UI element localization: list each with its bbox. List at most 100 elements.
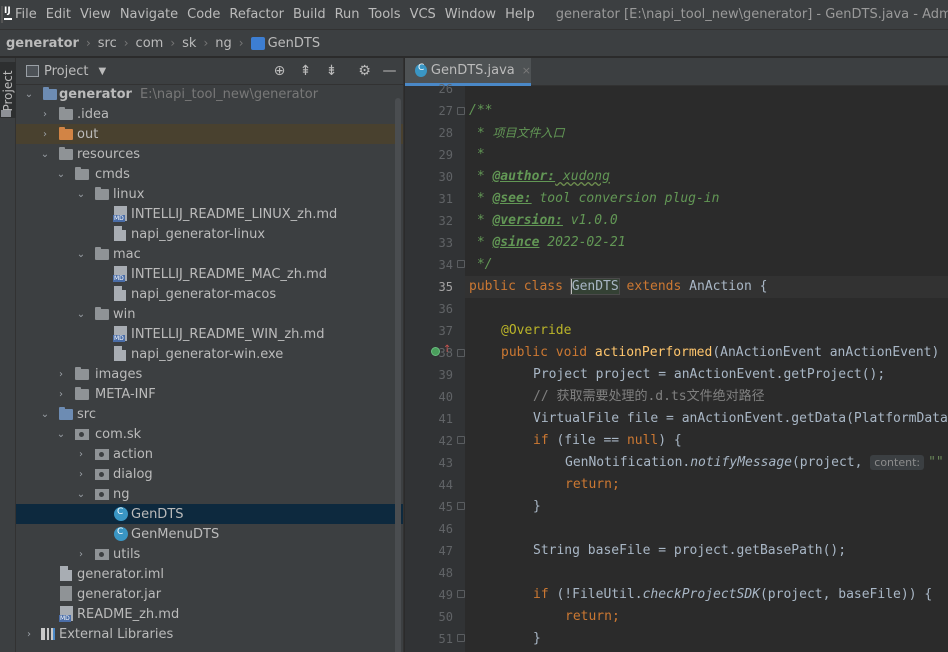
menu-help[interactable]: Help [505, 7, 543, 22]
intellij-logo-icon[interactable] [1, 6, 12, 23]
tree-item-readme-zh[interactable]: README_zh.md [16, 604, 403, 624]
chevron-right-icon[interactable]: › [76, 549, 86, 560]
code-line-41: VirtualFile file = anActionEvent.getData… [533, 408, 948, 430]
tree-item-utils[interactable]: › utils [16, 544, 403, 564]
line-number-gutter[interactable]: 26 27 28 29 30 31 32 33 34 35 36 37 38 ↑… [405, 82, 465, 652]
tree-item-napi-generator-win[interactable]: napi_generator-win.exe [16, 344, 403, 364]
chevron-right-icon[interactable]: › [56, 369, 66, 380]
close-icon[interactable]: × [522, 64, 531, 77]
tree-item-genmenudts[interactable]: GenMenuDTS [16, 524, 403, 544]
chevron-right-icon[interactable]: › [76, 449, 86, 460]
fold-icon[interactable] [457, 436, 465, 444]
tree-item-action[interactable]: › action [16, 444, 403, 464]
project-tree-scrollbar[interactable] [395, 98, 401, 652]
tree-item-generator[interactable]: ⌄ generator E:\napi_tool_new\generator [16, 84, 403, 104]
tree-item-napi-generator-macos[interactable]: napi_generator-macos [16, 284, 403, 304]
menu-view[interactable]: View [80, 7, 119, 22]
breadcrumb-item-ng[interactable]: ng [215, 36, 232, 51]
tree-item-readme-mac[interactable]: INTELLIJ_README_MAC_zh.md [16, 264, 403, 284]
tree-item-src[interactable]: ⌄ src [16, 404, 403, 424]
minimize-icon[interactable]: — [381, 63, 398, 80]
fold-icon[interactable] [457, 260, 465, 268]
class-icon [114, 507, 128, 521]
chevron-right-icon[interactable]: › [40, 109, 50, 120]
tree-item-win[interactable]: ⌄ win [16, 304, 403, 324]
file-icon [114, 286, 126, 301]
breadcrumb-item-gendts[interactable]: GenDTS [268, 36, 321, 51]
line-number: 34 [438, 258, 453, 272]
locate-icon[interactable]: ⊕ [271, 63, 288, 80]
menu-file[interactable]: File [15, 7, 45, 22]
override-method-icon[interactable] [431, 347, 440, 356]
tree-item-cmds[interactable]: ⌄ cmds [16, 164, 403, 184]
gear-icon[interactable]: ⚙ [356, 63, 373, 80]
fold-icon[interactable] [457, 590, 465, 598]
menu-build[interactable]: Build [293, 7, 334, 22]
tree-item-ng[interactable]: ⌄ ng [16, 484, 403, 504]
keyword: if [533, 587, 557, 602]
tree-item-images[interactable]: › images [16, 364, 403, 384]
code-line-28: * 项目文件入口 [469, 122, 565, 144]
chevron-right-icon[interactable]: › [40, 129, 50, 140]
tree-item-label: GenDTS [131, 506, 184, 522]
tree-item-com-sk[interactable]: ⌄ com.sk [16, 424, 403, 444]
tree-item-label: napi_generator-macos [131, 286, 277, 302]
fold-icon[interactable] [457, 502, 465, 510]
chevron-down-icon[interactable]: ⌄ [40, 149, 50, 160]
expand-all-icon[interactable]: ⇞ [297, 63, 314, 80]
chevron-down-icon[interactable]: ⌄ [40, 409, 50, 420]
breadcrumb-item-src[interactable]: src [98, 36, 117, 51]
fold-icon[interactable] [457, 349, 465, 357]
chevron-down-icon[interactable]: ⌄ [56, 429, 66, 440]
tree-item-meta-inf[interactable]: › META-INF [16, 384, 403, 404]
tree-item-readme-linux[interactable]: INTELLIJ_README_LINUX_zh.md [16, 204, 403, 224]
tree-item-napi-generator-linux[interactable]: napi_generator-linux [16, 224, 403, 244]
chevron-down-icon[interactable]: ⌄ [56, 169, 66, 180]
menu-code[interactable]: Code [187, 7, 228, 22]
tree-item-resources[interactable]: ⌄ resources [16, 144, 403, 164]
folder-icon [75, 367, 89, 380]
collapse-all-icon[interactable]: ⇟ [323, 63, 340, 80]
line-number: 49 [438, 588, 453, 602]
tree-item-external-libraries[interactable]: › External Libraries [16, 624, 403, 644]
chevron-right-icon[interactable]: › [76, 469, 86, 480]
chevron-down-icon[interactable]: ⌄ [76, 489, 86, 500]
fold-icon[interactable] [457, 634, 465, 642]
code-editor: GenDTS.java × 26 27 28 29 30 31 32 33 34… [405, 58, 948, 652]
chevron-down-icon[interactable]: ⌄ [76, 309, 86, 320]
menu-vcs[interactable]: VCS [410, 7, 444, 22]
tree-item-readme-win[interactable]: INTELLIJ_README_WIN_zh.md [16, 324, 403, 344]
chevron-down-icon[interactable]: ⌄ [24, 89, 34, 100]
code-area[interactable]: /** * 项目文件入口 * * @author: xudong * @see:… [465, 86, 948, 652]
code-line-45: } [533, 496, 541, 518]
tree-item-mac[interactable]: ⌄ mac [16, 244, 403, 264]
tree-item-label: napi_generator-linux [131, 226, 266, 242]
tree-item-idea[interactable]: › .idea [16, 104, 403, 124]
line-number: 48 [438, 566, 453, 580]
breadcrumb-item-sk[interactable]: sk [182, 36, 196, 51]
tree-item-dialog[interactable]: › dialog [16, 464, 403, 484]
fold-icon[interactable] [457, 107, 465, 115]
breadcrumb-item-com[interactable]: com [136, 36, 164, 51]
menu-tools[interactable]: Tools [369, 7, 409, 22]
tree-item-generator-jar[interactable]: generator.jar [16, 584, 403, 604]
breadcrumb-item-generator[interactable]: generator [6, 36, 79, 51]
menu-edit[interactable]: Edit [46, 7, 79, 22]
tree-item-linux[interactable]: ⌄ linux [16, 184, 403, 204]
keyword: if [533, 433, 557, 448]
chevron-down-icon[interactable]: ▼ [98, 66, 106, 77]
chevron-down-icon[interactable]: ⌄ [76, 249, 86, 260]
class-icon [250, 36, 265, 50]
menu-refactor[interactable]: Refactor [229, 7, 292, 22]
chevron-right-icon[interactable]: › [24, 629, 34, 640]
tree-item-out[interactable]: › out [16, 124, 403, 144]
project-view-selector[interactable]: Project [44, 64, 88, 79]
keyword: public void [501, 345, 595, 360]
menu-navigate[interactable]: Navigate [120, 7, 186, 22]
menu-run[interactable]: Run [335, 7, 368, 22]
tree-item-gendts[interactable]: GenDTS [16, 504, 403, 524]
tree-item-generator-iml[interactable]: generator.iml [16, 564, 403, 584]
chevron-down-icon[interactable]: ⌄ [76, 189, 86, 200]
menu-window[interactable]: Window [445, 7, 504, 22]
chevron-right-icon[interactable]: › [56, 389, 66, 400]
